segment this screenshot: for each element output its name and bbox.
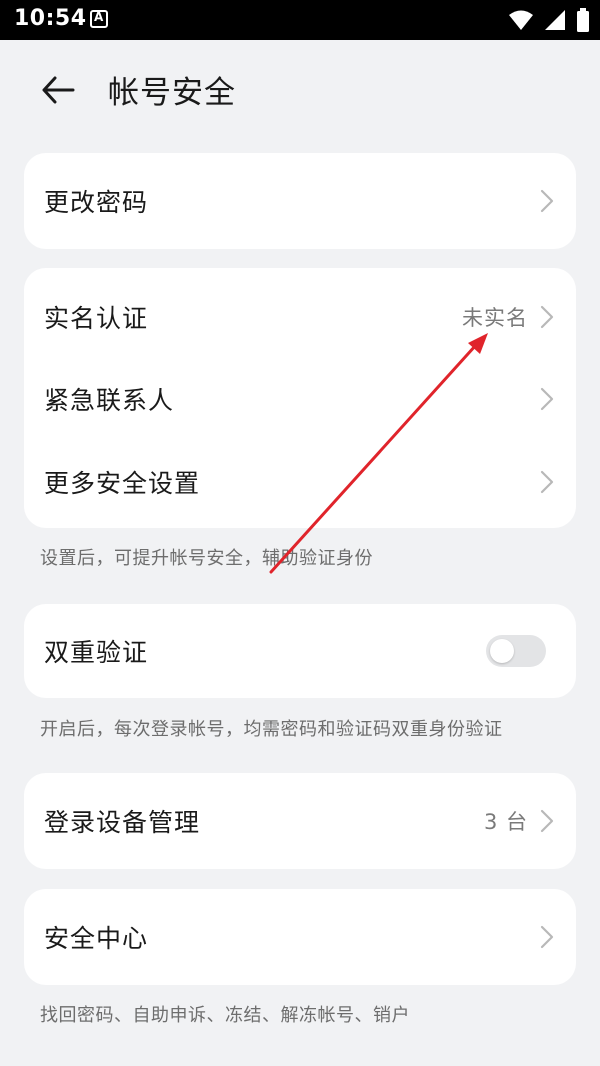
identity-hint: 设置后，可提升帐号安全，辅助验证身份: [40, 548, 373, 569]
chevron-right-icon: [540, 387, 554, 411]
identity-card: 实名认证 未实名 紧急联系人 更多安全设置: [24, 268, 576, 528]
chevron-right-icon: [540, 925, 554, 949]
login-device-management-label: 登录设备管理: [44, 808, 201, 837]
real-name-verification-row[interactable]: 实名认证 未实名: [24, 276, 576, 358]
notification-a-icon: [90, 10, 108, 28]
device-count: 3 台: [483, 810, 528, 834]
real-name-status: 未实名: [462, 306, 528, 330]
page-title: 帐号安全: [108, 75, 236, 111]
password-card: 更改密码: [24, 153, 576, 249]
two-factor-label: 双重验证: [44, 638, 149, 667]
devices-card: 登录设备管理 3 台: [24, 773, 576, 869]
more-security-settings-label: 更多安全设置: [44, 469, 201, 498]
wifi-icon: [509, 10, 533, 30]
emergency-contact-label: 紧急联系人: [44, 386, 175, 415]
security-center-hint: 找回密码、自助申诉、冻结、解冻帐号、销户: [40, 1005, 410, 1026]
status-bar: 10:54: [0, 0, 600, 40]
two-factor-hint: 开启后，每次登录帐号，均需密码和验证码双重身份验证: [40, 719, 503, 740]
chevron-right-icon: [540, 809, 554, 833]
back-button[interactable]: [36, 68, 80, 112]
status-time: 10:54: [14, 6, 87, 31]
more-security-settings-row[interactable]: 更多安全设置: [24, 441, 576, 523]
security-center-label: 安全中心: [44, 924, 149, 953]
chevron-right-icon: [540, 470, 554, 494]
security-center-card: 安全中心: [24, 889, 576, 985]
screen: 10:54 帐号安全 更改密码: [0, 0, 600, 1066]
signal-icon: [545, 10, 565, 30]
login-device-management-row[interactable]: 登录设备管理 3 台: [24, 780, 576, 862]
header: 帐号安全: [0, 40, 600, 140]
security-center-row[interactable]: 安全中心: [24, 896, 576, 978]
two-factor-card: 双重验证: [24, 604, 576, 698]
change-password-row[interactable]: 更改密码: [24, 160, 576, 242]
two-factor-row: 双重验证: [24, 610, 576, 692]
status-icons: [508, 8, 590, 32]
back-arrow-icon: [42, 76, 75, 104]
two-factor-toggle[interactable]: [486, 635, 546, 667]
toggle-knob: [490, 639, 514, 663]
battery-icon: [577, 8, 589, 32]
emergency-contact-row[interactable]: 紧急联系人: [24, 358, 576, 440]
real-name-verification-label: 实名认证: [44, 304, 149, 333]
chevron-right-icon: [540, 189, 554, 213]
chevron-right-icon: [540, 305, 554, 329]
change-password-label: 更改密码: [44, 188, 149, 217]
